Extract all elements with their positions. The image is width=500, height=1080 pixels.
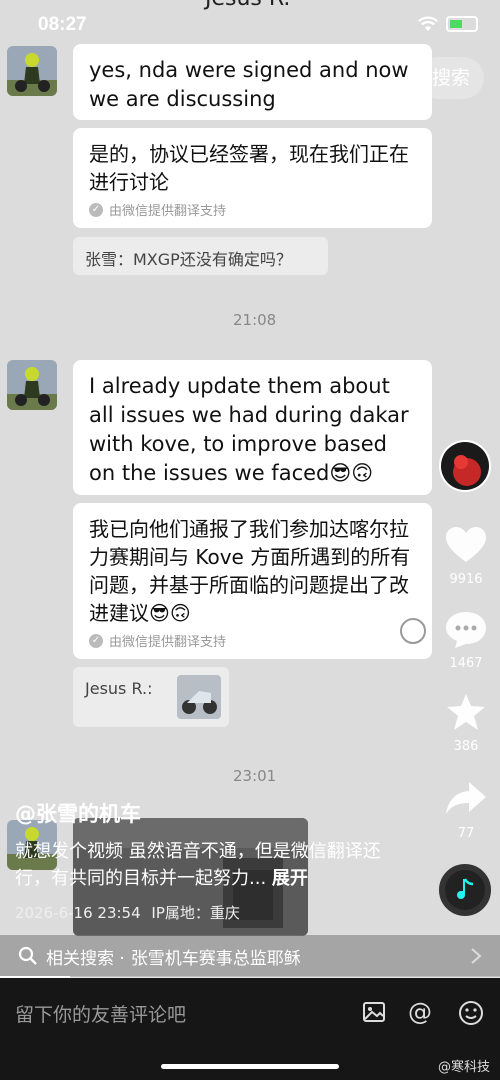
comment-input[interactable]: 留下你的友善评论吧 <box>15 1000 186 1027</box>
favorite-count: 386 <box>453 739 479 754</box>
check-icon: ✓ <box>89 202 103 217</box>
watermark: @寒科技 <box>438 1056 490 1075</box>
like-count: 9916 <box>449 572 483 587</box>
message-bubble[interactable]: yes, nda were signed and now we are disc… <box>73 44 432 120</box>
share-count: 77 <box>457 826 475 841</box>
status-time: 08:27 <box>38 14 87 35</box>
quoted-message[interactable]: 张雪：MXGP还没有确定吗？ <box>73 237 328 275</box>
like-icon[interactable] <box>442 526 490 568</box>
search-icon <box>18 946 37 965</box>
share-arrow-icon[interactable] <box>442 780 490 820</box>
translation-bubble[interactable]: 我已向他们通报了我们参加达喀尔拉力赛期间与 Kove 方面所遇到的所有问题，并基… <box>73 503 432 659</box>
battery-icon <box>446 16 478 32</box>
chat-timestamp: 23:01 <box>233 767 277 785</box>
post-location: IP属地：重庆 <box>151 904 240 922</box>
translation-text: 我已向他们通报了我们参加达喀尔拉力赛期间与 Kove 方面所遇到的所有问题，并基… <box>89 517 411 625</box>
related-search-query: 张雪机车赛事总监耶稣 <box>130 948 301 969</box>
message-text: yes, nda were signed and now we are disc… <box>89 58 409 111</box>
chat-timestamp: 21:08 <box>233 311 277 329</box>
home-indicator <box>161 1064 339 1069</box>
related-search-prefix: 相关搜索 · <box>46 948 125 969</box>
related-search-bar[interactable]: 相关搜索 · 张雪机车赛事总监耶稣 <box>0 935 500 977</box>
translation-note: ✓ 由微信提供翻译支持 <box>89 631 416 650</box>
chevron-right-icon <box>471 948 482 964</box>
check-icon: ✓ <box>89 633 103 648</box>
select-circle-icon[interactable] <box>400 618 426 644</box>
message-bubble[interactable]: I already update them about all issues w… <box>73 360 432 495</box>
image-icon[interactable] <box>362 1000 386 1028</box>
mention-icon[interactable]: @ <box>408 998 432 1026</box>
post-description-text: 就想发个视频 虽然语音不通，但是微信翻译还行，有共同的目标并一起努力... <box>15 841 381 889</box>
translation-text: 是的，协议已经签署，现在我们正在进行讨论 <box>89 142 409 194</box>
wifi-icon <box>418 16 438 31</box>
post-author[interactable]: @张雪的机车 <box>15 798 141 828</box>
quote-text: Jesus R.: <box>85 679 153 698</box>
quoted-image-thumbnail[interactable] <box>177 675 221 719</box>
watermark-text: @寒科技 <box>437 1060 490 1075</box>
status-icons <box>418 16 478 32</box>
favorite-star-icon[interactable] <box>442 693 490 735</box>
chat-title: Jesus R. <box>205 0 290 11</box>
message-text: I already update them about all issues w… <box>89 374 409 485</box>
comment-icon[interactable] <box>442 610 490 654</box>
creator-avatar[interactable] <box>439 440 491 492</box>
translation-note-label: 由微信提供翻译支持 <box>109 635 227 650</box>
quote-text: 张雪：MXGP还没有确定吗？ <box>85 250 292 269</box>
music-disc-icon[interactable] <box>439 864 491 916</box>
emoji-icon[interactable] <box>458 1000 484 1030</box>
translation-note: ✓ 由微信提供翻译支持 <box>89 200 416 219</box>
comment-count: 1467 <box>449 656 483 671</box>
post-date: 2026-6-16 23:54 <box>15 904 141 922</box>
post-meta: 2026-6-16 23:54 IP属地：重庆 <box>15 902 240 923</box>
translation-note-label: 由微信提供翻译支持 <box>109 204 227 219</box>
expand-button[interactable]: 展开 <box>272 868 308 889</box>
translation-bubble[interactable]: 是的，协议已经签署，现在我们正在进行讨论 ✓ 由微信提供翻译支持 <box>73 128 432 228</box>
post-description: 就想发个视频 虽然语音不通，但是微信翻译还行，有共同的目标并一起努力... 展开 <box>15 838 415 892</box>
avatar[interactable] <box>7 360 57 410</box>
avatar[interactable] <box>7 46 57 96</box>
